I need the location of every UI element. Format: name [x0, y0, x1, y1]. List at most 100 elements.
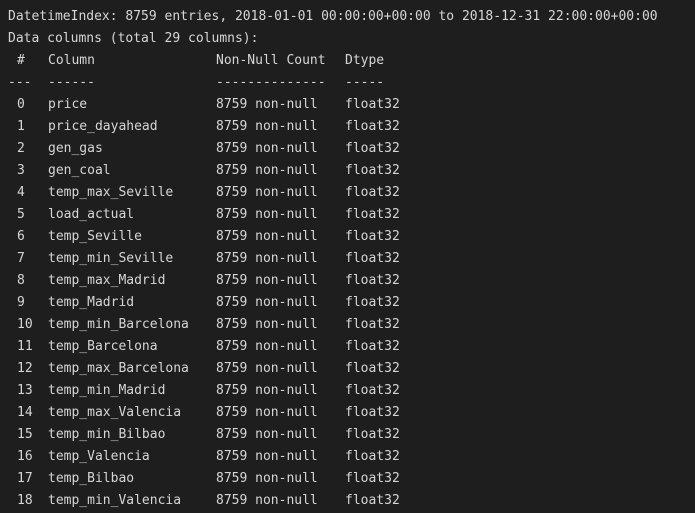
- row-column-name: temp_Seville: [48, 229, 142, 244]
- row-non-null-count: 8759 non-null: [216, 229, 318, 244]
- row-non-null-count: 8759 non-null: [216, 207, 318, 222]
- row-non-null-count: 8759 non-null: [216, 405, 318, 420]
- row-dtype: float32: [345, 317, 400, 332]
- row-non-null-count: 8759 non-null: [216, 427, 318, 442]
- table-row: 10 temp_min_Barcelona 8759 non-null float32: [0, 315, 695, 335]
- row-non-null-count: 8759 non-null: [216, 97, 318, 112]
- row-column-name: temp_max_Valencia: [48, 405, 182, 420]
- row-dtype: float32: [345, 141, 400, 156]
- row-non-null-count: 8759 non-null: [216, 317, 318, 332]
- table-row: 5 load_actual 8759 non-null float32: [0, 205, 695, 225]
- row-number: 17: [17, 471, 33, 486]
- row-number: 4: [17, 185, 25, 200]
- row-dtype: float32: [345, 185, 400, 200]
- row-number: 13: [17, 383, 33, 398]
- row-column-name: temp_max_Seville: [48, 185, 174, 200]
- header-number: #: [17, 53, 25, 68]
- row-number: 8: [17, 273, 25, 288]
- row-dtype: float32: [345, 493, 400, 508]
- separator-dtype: -----: [345, 75, 385, 90]
- row-dtype: float32: [345, 361, 400, 376]
- header-column: Column: [48, 53, 95, 68]
- data-columns-line: Data columns (total 29 columns):: [8, 31, 259, 46]
- row-column-name: temp_min_Bilbao: [48, 427, 166, 442]
- row-non-null-count: 8759 non-null: [216, 295, 318, 310]
- table-separator-row: --- ------ -------------- -----: [0, 73, 695, 93]
- row-dtype: float32: [345, 405, 400, 420]
- table-row: 3 gen_coal 8759 non-null float32: [0, 161, 695, 181]
- table-row: 4 temp_max_Seville 8759 non-null float32: [0, 183, 695, 203]
- row-non-null-count: 8759 non-null: [216, 251, 318, 266]
- row-dtype: float32: [345, 471, 400, 486]
- row-non-null-count: 8759 non-null: [216, 141, 318, 156]
- row-number: 18: [17, 493, 33, 508]
- row-number: 5: [17, 207, 25, 222]
- row-column-name: temp_Madrid: [48, 295, 135, 310]
- table-header-row: # Column Non-Null Count Dtype: [0, 51, 695, 71]
- row-dtype: float32: [345, 97, 400, 112]
- row-dtype: float32: [345, 229, 400, 244]
- row-column-name: price: [48, 97, 88, 112]
- row-dtype: float32: [345, 163, 400, 178]
- row-dtype: float32: [345, 449, 400, 464]
- row-number: 9: [17, 295, 25, 310]
- table-row: 11 temp_Barcelona 8759 non-null float32: [0, 337, 695, 357]
- table-row: 12 temp_max_Barcelona 8759 non-null float32: [0, 359, 695, 379]
- row-non-null-count: 8759 non-null: [216, 383, 318, 398]
- header-dtype: Dtype: [345, 53, 385, 68]
- table-row: 16 temp_Valencia 8759 non-null float32: [0, 447, 695, 467]
- row-column-name: gen_gas: [48, 141, 103, 156]
- row-column-name: temp_max_Barcelona: [48, 361, 189, 376]
- row-non-null-count: 8759 non-null: [216, 273, 318, 288]
- separator-column: ------: [48, 75, 95, 90]
- separator-number: ---: [8, 75, 32, 90]
- row-non-null-count: 8759 non-null: [216, 185, 318, 200]
- row-column-name: gen_coal: [48, 163, 111, 178]
- table-row: 17 temp_Bilbao 8759 non-null float32: [0, 469, 695, 489]
- row-dtype: float32: [345, 251, 400, 266]
- header-non-null-count: Non-Null Count: [216, 53, 326, 68]
- row-number: 3: [17, 163, 25, 178]
- row-number: 0: [17, 97, 25, 112]
- row-number: 14: [17, 405, 33, 420]
- table-row: 13 temp_min_Madrid 8759 non-null float32: [0, 381, 695, 401]
- table-row: 7 temp_min_Seville 8759 non-null float32: [0, 249, 695, 269]
- table-row: 18 temp_min_Valencia 8759 non-null float32: [0, 491, 695, 511]
- row-number: 11: [17, 339, 33, 354]
- row-dtype: float32: [345, 339, 400, 354]
- row-column-name: temp_Barcelona: [48, 339, 158, 354]
- row-non-null-count: 8759 non-null: [216, 361, 318, 376]
- row-column-name: price_dayahead: [48, 119, 158, 134]
- row-dtype: float32: [345, 295, 400, 310]
- table-row: 8 temp_max_Madrid 8759 non-null float32: [0, 271, 695, 291]
- table-row: 6 temp_Seville 8759 non-null float32: [0, 227, 695, 247]
- row-number: 1: [17, 119, 25, 134]
- row-non-null-count: 8759 non-null: [216, 493, 318, 508]
- row-column-name: temp_Bilbao: [48, 471, 135, 486]
- row-dtype: float32: [345, 119, 400, 134]
- row-column-name: temp_min_Barcelona: [48, 317, 189, 332]
- row-dtype: float32: [345, 383, 400, 398]
- row-non-null-count: 8759 non-null: [216, 163, 318, 178]
- table-row: 15 temp_min_Bilbao 8759 non-null float32: [0, 425, 695, 445]
- row-column-name: temp_min_Madrid: [48, 383, 166, 398]
- row-non-null-count: 8759 non-null: [216, 339, 318, 354]
- row-column-name: temp_Valencia: [48, 449, 150, 464]
- notebook-cell-output: DatetimeIndex: 8759 entries, 2018-01-01 …: [0, 0, 695, 513]
- row-number: 16: [17, 449, 33, 464]
- row-number: 10: [17, 317, 33, 332]
- row-dtype: float32: [345, 273, 400, 288]
- table-row: 9 temp_Madrid 8759 non-null float32: [0, 293, 695, 313]
- table-row: 14 temp_max_Valencia 8759 non-null float32: [0, 403, 695, 423]
- separator-non-null-count: --------------: [216, 75, 326, 90]
- row-dtype: float32: [345, 207, 400, 222]
- row-number: 2: [17, 141, 25, 156]
- table-row: 1 price_dayahead 8759 non-null float32: [0, 117, 695, 137]
- row-column-name: temp_min_Seville: [48, 251, 174, 266]
- row-non-null-count: 8759 non-null: [216, 119, 318, 134]
- row-number: 6: [17, 229, 25, 244]
- row-column-name: temp_max_Madrid: [48, 273, 166, 288]
- row-column-name: temp_min_Valencia: [48, 493, 182, 508]
- row-number: 12: [17, 361, 33, 376]
- row-number: 7: [17, 251, 25, 266]
